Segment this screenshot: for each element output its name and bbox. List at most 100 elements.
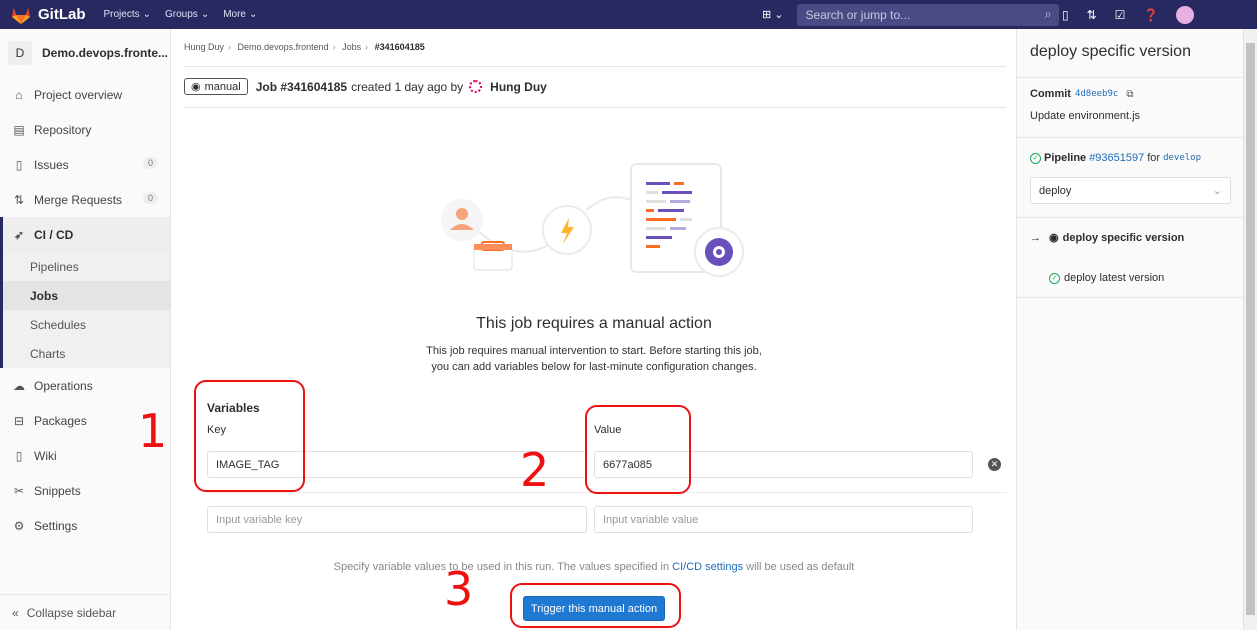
- manual-status-icon: ◉: [1049, 232, 1059, 244]
- divider: [1017, 137, 1244, 138]
- manual-action-illustration: [441, 163, 744, 277]
- sidebar-subitem-schedules[interactable]: Schedules: [3, 310, 170, 339]
- merge-requests-count-badge: 0: [142, 192, 158, 204]
- stage-select-value: deploy: [1039, 184, 1072, 197]
- search-input[interactable]: Search or jump to... ⌕: [797, 3, 1060, 26]
- divider: [184, 66, 1006, 67]
- collapse-sidebar-button[interactable]: « Collapse sidebar: [0, 594, 171, 630]
- copy-icon[interactable]: ⧉: [1126, 89, 1133, 100]
- sidebar-item-settings[interactable]: ⚙ Settings: [0, 508, 170, 543]
- manual-action-title: This job requires a manual action: [476, 315, 712, 332]
- annotation-box-3: [510, 583, 681, 628]
- rocket-icon: ➶: [13, 227, 25, 242]
- sidebar-item-label: Settings: [34, 518, 78, 533]
- search-placeholder: Search or jump to...: [805, 7, 911, 22]
- right-sidebar: deploy specific version Commit 4d8eeb9c …: [1016, 29, 1244, 630]
- pipeline-link[interactable]: #93651597: [1089, 152, 1144, 164]
- breadcrumb-item[interactable]: Demo.devops.frontend: [238, 42, 329, 52]
- status-success-icon: ✓: [1030, 152, 1041, 164]
- new-variable-value-input[interactable]: Input variable value: [594, 506, 973, 533]
- nav-right: ⊞ ⌄ Search or jump to... ⌕: [762, 0, 1060, 29]
- stage-job-item[interactable]: ✓ deploy latest version: [1049, 272, 1164, 284]
- commit-message: Update environment.js: [1030, 110, 1141, 122]
- sidebar-item-project-overview[interactable]: ⌂ Project overview: [0, 77, 170, 112]
- manual-action-desc-line: This job requires manual intervention to…: [426, 345, 762, 357]
- nav-groups-menu[interactable]: Groups ⌄: [165, 9, 209, 20]
- sidebar-item-operations[interactable]: ☁ Operations: [0, 368, 170, 403]
- commit-label: Commit: [1030, 88, 1071, 100]
- annotation-number-1: 1: [138, 404, 168, 458]
- book-icon: ▯: [15, 448, 23, 463]
- top-navbar: GitLab Projects ⌄ Groups ⌄ More ⌄ ⊞ ⌄ Search…: [0, 0, 1257, 29]
- sidebar-item-snippets[interactable]: ✂ Snippets: [0, 473, 170, 508]
- user-avatar[interactable]: [1176, 5, 1195, 24]
- breadcrumb-item[interactable]: Hung Duy: [184, 42, 224, 52]
- manual-action-desc-line: you can add variables below for last-min…: [431, 361, 757, 373]
- page-scrollbar[interactable]: [1243, 29, 1257, 630]
- sidebar-item-label: CI / CD: [34, 227, 74, 242]
- user-avatar[interactable]: [469, 80, 483, 93]
- home-icon: ⌂: [15, 87, 23, 102]
- sidebar-item-repository[interactable]: ▤ Repository: [0, 112, 170, 147]
- hint-text: will be used as default: [743, 561, 855, 573]
- breadcrumb-current[interactable]: #341604185: [375, 42, 425, 52]
- merge-request-icon: ⇅: [13, 192, 25, 207]
- chevron-right-icon: ›: [332, 42, 336, 52]
- commit-sha-link[interactable]: 4d8eeb9c: [1075, 89, 1118, 99]
- divider: [1017, 297, 1244, 298]
- scrollbar-thumb[interactable]: [1246, 43, 1255, 615]
- stage-job-label: deploy latest version: [1064, 272, 1165, 284]
- sidebar-item-label: Snippets: [34, 483, 81, 498]
- brand-name: GitLab: [38, 6, 86, 23]
- gitlab-logo[interactable]: GitLab: [10, 5, 104, 25]
- stage-job-item-active[interactable]: → ◉ deploy specific version: [1030, 231, 1184, 245]
- search-icon: ⌕: [1044, 7, 1052, 21]
- status-success-icon: ✓: [1049, 272, 1060, 284]
- commit-info: Commit 4d8eeb9c ⧉: [1030, 88, 1133, 100]
- merge-request-icon[interactable]: ⇅: [1087, 8, 1097, 22]
- project-name: Demo.devops.fronte...: [42, 46, 169, 60]
- ci-cd-settings-link[interactable]: CI/CD settings: [672, 561, 743, 573]
- status-badge[interactable]: ◉ manual: [184, 78, 248, 95]
- pipeline-ref-link[interactable]: develop: [1163, 153, 1201, 163]
- breadcrumb-item[interactable]: Jobs: [342, 42, 361, 52]
- nav-more-menu[interactable]: More ⌄: [223, 9, 257, 20]
- stage-select[interactable]: deploy ⌄: [1030, 177, 1231, 204]
- sidebar-item-ci-cd[interactable]: ➶ CI / CD: [0, 217, 170, 252]
- remove-variable-icon[interactable]: ✕: [988, 458, 1001, 471]
- sidebar-subitem-pipelines[interactable]: Pipelines: [3, 252, 170, 281]
- sidebar-item-label: Operations: [34, 378, 93, 393]
- sidebar-subitem-jobs[interactable]: Jobs: [3, 281, 170, 310]
- annotation-box-1: [194, 380, 305, 492]
- project-header[interactable]: D Demo.devops.fronte...: [0, 29, 170, 77]
- new-dropdown-button[interactable]: ⊞ ⌄: [762, 8, 783, 21]
- todo-icon[interactable]: ☑: [1115, 8, 1126, 22]
- help-icon[interactable]: ❓: [1143, 8, 1158, 22]
- sidebar-item-merge-requests[interactable]: ⇅ Merge Requests 0: [0, 182, 170, 217]
- chevron-right-icon: ›: [228, 42, 232, 52]
- divider: [1017, 217, 1244, 218]
- manual-status-icon: ◉: [191, 81, 201, 93]
- sidebar-item-label: Repository: [34, 122, 92, 137]
- job-user-link[interactable]: Hung Duy: [490, 80, 547, 94]
- new-variable-key-input[interactable]: Input variable key: [207, 506, 587, 533]
- annotation-number-3: 3: [444, 562, 474, 616]
- nav-more-label: More: [223, 9, 246, 20]
- pipeline-info: ✓ Pipeline #93651597 for develop: [1030, 152, 1201, 164]
- pipeline-for-text: for: [1147, 152, 1161, 164]
- chevron-down-icon: ⌄: [142, 9, 152, 20]
- sidebar-subitem-charts[interactable]: Charts: [3, 339, 170, 368]
- nav-projects-menu[interactable]: Projects ⌄: [104, 9, 152, 20]
- status-badge-label: manual: [204, 80, 241, 93]
- sidebar-item-issues[interactable]: ▯ Issues 0: [0, 147, 170, 182]
- job-created-text: created 1 day ago by: [351, 79, 464, 94]
- issues-icon[interactable]: ▯: [1062, 8, 1069, 22]
- project-avatar: D: [8, 41, 32, 65]
- job-header: ◉ manual Job #341604185 created 1 day ag…: [184, 78, 547, 95]
- sidebar-item-label: Packages: [34, 413, 87, 428]
- cloud-gauge-icon: ☁: [13, 378, 25, 393]
- breadcrumb: Hung Duy › Demo.devops.frontend › Jobs › #3…: [184, 42, 425, 52]
- sidebar-item-label: Merge Requests: [34, 192, 123, 207]
- gear-icon: ⚙: [13, 518, 25, 533]
- manual-action-description: This job requires manual intervention to…: [200, 343, 988, 375]
